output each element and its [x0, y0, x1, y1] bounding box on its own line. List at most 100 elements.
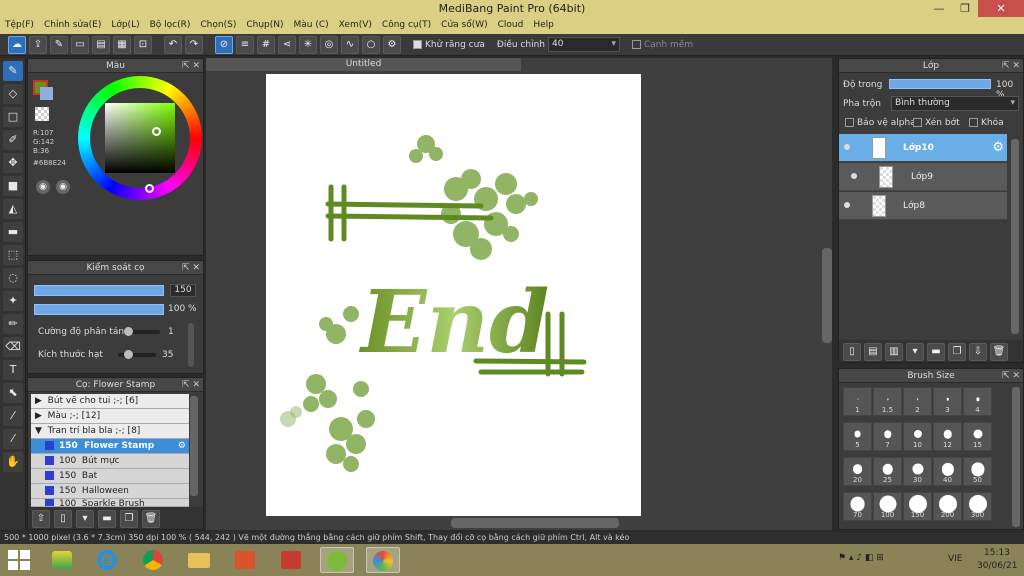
correction-select[interactable]: 40	[547, 37, 620, 52]
snap-parallel-icon[interactable]: ≡	[236, 35, 254, 54]
brush-size-option[interactable]: 1.5	[873, 387, 902, 416]
layer-row[interactable]: Lớp10 ⚙	[839, 134, 1007, 162]
snap-curve-icon[interactable]: ∿	[341, 35, 359, 54]
brush-size-option[interactable]: 12	[933, 422, 962, 451]
antialias-checkbox[interactable]: Khử răng cưa	[413, 36, 485, 54]
bucket-tool-icon[interactable]: ◭	[3, 199, 23, 219]
add-layer-menu-icon[interactable]: ▾	[906, 343, 924, 361]
brush-item[interactable]: 150 Bat	[31, 469, 189, 484]
clipstudio-icon[interactable]	[320, 547, 354, 573]
drawing-canvas[interactable]: End	[266, 74, 641, 516]
menu-filter[interactable]: Bộ lọc(R)	[145, 17, 196, 34]
brush-size-option[interactable]: 4	[963, 387, 992, 416]
brush-list-scrollbar[interactable]	[190, 396, 198, 496]
layer-scrollbar[interactable]	[1011, 139, 1019, 334]
menu-window[interactable]: Cửa sổ(W)	[436, 17, 492, 34]
brush-item[interactable]: 150 Flower Stamp ⚙	[31, 439, 189, 454]
vertical-scrollbar[interactable]	[822, 248, 832, 343]
horizontal-scrollbar[interactable]	[451, 518, 619, 528]
layer-row[interactable]: Lớp8	[839, 192, 1007, 220]
blend-mode-select[interactable]: Bình thường	[891, 96, 1019, 111]
brush-size-option[interactable]: 150	[903, 492, 932, 521]
brush-size-option[interactable]: 100	[873, 492, 902, 521]
brush-size-option[interactable]: 10	[903, 422, 932, 451]
sv-cursor[interactable]	[152, 127, 161, 136]
eye-icon[interactable]	[844, 144, 850, 150]
document-tab[interactable]: Untitled	[206, 58, 521, 71]
brush-size-option[interactable]: 40	[933, 457, 962, 486]
brush-size-option[interactable]: 2	[903, 387, 932, 416]
panel-close-icon[interactable]: ⇱ ✕	[1002, 59, 1020, 73]
medibang-icon[interactable]	[366, 547, 400, 573]
office-icon[interactable]	[228, 547, 262, 573]
brush-size-option[interactable]: 30	[903, 457, 932, 486]
gradient-tool-icon[interactable]: ▬	[3, 222, 23, 242]
brush-opacity-slider[interactable]	[34, 304, 164, 315]
soft-edge-checkbox[interactable]: Cạnh mềm	[631, 36, 693, 54]
panel-close-icon[interactable]: ⇱ ✕	[182, 261, 200, 275]
slider-knob[interactable]	[124, 327, 133, 336]
grid-icon[interactable]: ▦	[113, 35, 131, 54]
magic-wand-icon[interactable]: ✦	[3, 291, 23, 311]
select-tool-icon[interactable]: ⬚	[3, 245, 23, 265]
merge-layer-icon[interactable]: ⇩	[969, 343, 987, 361]
panel-close-icon[interactable]: ⇱ ✕	[182, 59, 200, 73]
cloud-icon[interactable]: ☁	[8, 35, 26, 54]
settings-icon[interactable]: ⚙	[383, 35, 401, 54]
hand-tool-icon[interactable]: ✋	[3, 452, 23, 472]
dot-tool-icon[interactable]: ✐	[3, 130, 23, 150]
brush-menu-icon[interactable]: ▾	[76, 510, 94, 528]
app-icon[interactable]	[274, 547, 308, 573]
brush-control-scrollbar[interactable]	[188, 323, 194, 367]
slider-knob[interactable]	[124, 350, 133, 359]
palette-add-icon[interactable]: ◉	[56, 180, 70, 194]
menu-view[interactable]: Xem(V)	[334, 17, 377, 34]
new-1bit-layer-icon[interactable]: ▥	[885, 343, 903, 361]
palette-icon[interactable]: ◉	[36, 180, 50, 194]
redo-icon[interactable]: ↷	[185, 35, 203, 54]
maximize-button[interactable]: ❐	[952, 0, 978, 17]
clock-date[interactable]: 30/06/21	[977, 561, 1017, 571]
folder-icon[interactable]: ▬	[98, 510, 116, 528]
hue-cursor[interactable]	[145, 184, 154, 193]
bluestacks-icon[interactable]	[45, 547, 79, 573]
brush-size-option[interactable]: 15	[963, 422, 992, 451]
menu-snap[interactable]: Chụp(N)	[241, 17, 288, 34]
fit-icon[interactable]: ⊡	[134, 35, 152, 54]
select-eraser-icon[interactable]: ⌫	[3, 337, 23, 357]
undo-icon[interactable]: ↶	[164, 35, 182, 54]
brush-group[interactable]: ▼ Tran trí bla bla ;-; [8]	[31, 424, 189, 439]
minimize-button[interactable]: —	[926, 0, 952, 17]
menu-help[interactable]: Help	[528, 17, 559, 34]
new-layer-icon[interactable]: ▯	[843, 343, 861, 361]
brush-item[interactable]: 100 Bút mực	[31, 454, 189, 469]
tray-icons[interactable]: ⚑ ▴ ♪ ◧ ⊞	[838, 553, 884, 563]
lasso-tool-icon[interactable]: ◌	[3, 268, 23, 288]
grain-slider[interactable]	[118, 350, 156, 359]
secondary-color-swatch[interactable]	[40, 87, 53, 100]
operation-tool-icon[interactable]: ⬉	[3, 383, 23, 403]
saturation-value-square[interactable]	[105, 103, 175, 173]
delete-brush-icon[interactable]: 🗑	[142, 510, 160, 528]
text-tool-icon[interactable]: T	[3, 360, 23, 380]
brush-size-option[interactable]: 70	[843, 492, 872, 521]
panel-close-icon[interactable]: ⇱ ✕	[182, 378, 200, 392]
brush-upload-icon[interactable]: ⇧	[32, 510, 50, 528]
menu-select[interactable]: Chọn(S)	[195, 17, 241, 34]
fill-rect-tool-icon[interactable]: ■	[3, 176, 23, 196]
menu-color[interactable]: Màu (C)	[289, 17, 334, 34]
brush-size-value[interactable]: 150	[170, 284, 196, 297]
gear-icon[interactable]: ⚙	[178, 439, 186, 453]
new-halftone-layer-icon[interactable]: ▤	[864, 343, 882, 361]
brush-size-option[interactable]: 25	[873, 457, 902, 486]
brush-group[interactable]: ▶ Bút vẽ cho tui ;-; [6]	[31, 394, 189, 409]
chrome-icon[interactable]	[136, 547, 170, 573]
snap-off-icon[interactable]: ⊘	[215, 35, 233, 54]
select-pen-icon[interactable]: ✏	[3, 314, 23, 334]
menu-cloud[interactable]: Cloud	[493, 17, 529, 34]
snap-radial-icon[interactable]: ✳	[299, 35, 317, 54]
transparent-swatch[interactable]	[35, 107, 49, 121]
comment-icon[interactable]: ✎	[50, 35, 68, 54]
layer-row[interactable]: Lớp9	[839, 163, 1007, 191]
eraser-tool-icon[interactable]: ◇	[3, 84, 23, 104]
